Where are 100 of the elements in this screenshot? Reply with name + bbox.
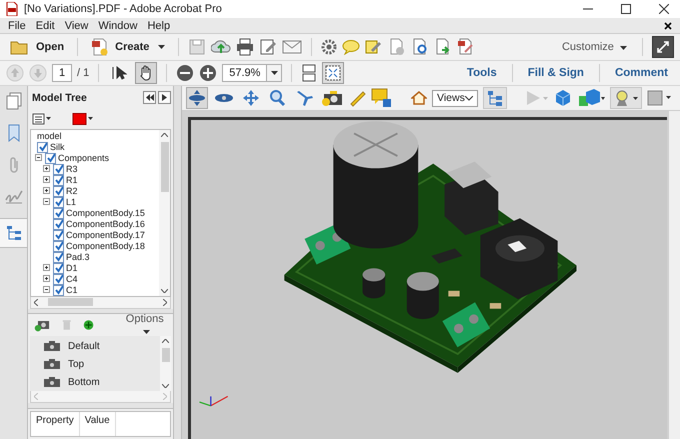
customize-button[interactable]: Customize [556,41,633,53]
page-number-field[interactable]: 1 [52,64,72,82]
scrollbar-thumb[interactable] [48,298,93,306]
tree-item[interactable]: Components [58,153,110,164]
saved-view-name[interactable]: Default [68,340,100,352]
checkbox[interactable] [53,240,64,252]
zoom-out-icon[interactable] [176,64,194,82]
saved-view-name[interactable]: Top [68,358,84,370]
checkbox[interactable] [53,252,64,263]
menu-item[interactable]: Edit [30,20,60,32]
zoom-in-icon[interactable] [199,64,218,82]
3d-viewport[interactable] [188,117,667,439]
tree-item[interactable]: model [37,131,62,142]
color-picker-icon[interactable] [72,113,94,126]
views-dropdown[interactable]: Views [432,90,478,106]
menu-item[interactable]: View [60,20,94,32]
open-button[interactable]: Open [6,39,68,55]
camera-icon[interactable] [321,89,343,107]
tree-item[interactable]: C1 [66,285,78,296]
cloud-upload-icon[interactable] [211,38,232,56]
expand-panel-button[interactable] [158,91,171,104]
document-icon[interactable] [411,38,430,56]
expand-icon[interactable] [43,264,51,272]
checkbox[interactable] [53,274,64,285]
menu-item[interactable]: Help [142,20,176,32]
model-tree-toggle-button[interactable] [482,87,507,109]
tree-item[interactable]: D1 [66,263,78,274]
checkbox[interactable] [53,218,64,230]
scroll-up-icon[interactable] [162,339,169,344]
menu-item[interactable]: Window [93,20,142,32]
expand-icon[interactable] [43,187,51,196]
expand-icon[interactable] [43,275,51,284]
scroll-left-icon[interactable] [34,298,38,306]
print-icon[interactable] [236,38,254,56]
task-pane-tab[interactable]: Comment [608,67,674,79]
tree-item[interactable]: ComponentBody.17 [66,230,145,240]
checkbox[interactable] [53,196,64,208]
tree-options-icon[interactable] [32,113,52,126]
expand-icon[interactable] [43,176,51,184]
checkbox[interactable] [53,230,64,241]
checkbox[interactable] [53,164,64,175]
fit-page-icon[interactable] [322,62,344,84]
scroll-down-icon[interactable] [161,288,168,293]
scroll-right-icon[interactable] [163,298,167,306]
document-icon[interactable] [457,38,476,56]
tree-item[interactable]: ComponentBody.18 [66,241,145,252]
tree-item[interactable]: R1 [66,175,78,186]
scrollbar-thumb[interactable] [162,348,170,362]
checkbox[interactable] [53,284,64,296]
scrollbar-thumb[interactable] [160,142,168,192]
collapse-icon[interactable] [43,286,51,294]
collapse-icon[interactable] [35,154,43,162]
edit-document-icon[interactable] [259,38,278,56]
document-icon[interactable] [388,38,406,56]
cubes-icon[interactable] [576,88,605,108]
background-color-icon[interactable] [646,90,673,106]
highlight-icon[interactable] [365,38,384,56]
model-tree-tab[interactable] [0,218,27,248]
saved-view-name[interactable]: Bottom [68,376,100,388]
zoom-level-dropdown[interactable]: 57.9% [222,64,282,82]
close-icon[interactable] [659,4,669,14]
menu-item[interactable]: File [3,20,31,32]
add-icon[interactable] [83,318,95,332]
bookmark-icon[interactable] [6,124,20,142]
checkbox[interactable] [53,262,64,274]
tree-item[interactable]: R2 [66,186,78,196]
checkbox[interactable] [45,152,56,164]
create-button[interactable]: Create [87,38,170,56]
expand-button[interactable] [652,36,674,58]
tree-item[interactable]: L1 [66,197,76,208]
options-button[interactable]: Options [118,313,171,338]
task-pane-tab[interactable]: Fill & Sign [522,67,590,79]
tree-item[interactable]: R3 [66,164,78,174]
tree-item[interactable]: Pad.3 [66,252,90,262]
comment-icon[interactable] [371,88,393,108]
task-pane-tab[interactable]: Tools [460,67,503,79]
scroll-up-icon[interactable] [161,132,168,137]
tree-item[interactable]: Silk [50,142,65,152]
expand-icon[interactable] [43,165,51,174]
maximize-icon[interactable] [621,4,631,14]
hand-tool-button[interactable] [135,62,158,84]
checkbox[interactable] [37,142,48,153]
checkbox[interactable] [53,186,64,197]
collapse-panel-button[interactable] [143,91,156,104]
lighting-button[interactable] [610,87,642,109]
scroll-mode-icon[interactable] [301,64,318,82]
tree-item[interactable]: C4 [66,274,78,284]
tree-item[interactable]: ComponentBody.16 [66,219,145,230]
mail-icon[interactable] [282,39,302,55]
vertical-scrollbar[interactable] [669,111,680,439]
ruler-icon[interactable] [348,89,366,107]
tree-item[interactable]: ComponentBody.15 [66,208,145,218]
home-icon[interactable] [411,90,427,106]
rotate-tool-button[interactable] [186,87,208,109]
pages-icon[interactable] [6,92,22,110]
close-icon[interactable] [664,22,672,30]
cube-icon[interactable] [554,89,572,107]
checkbox[interactable] [53,174,64,186]
checkbox[interactable] [53,208,64,219]
collapse-icon[interactable] [43,198,51,206]
